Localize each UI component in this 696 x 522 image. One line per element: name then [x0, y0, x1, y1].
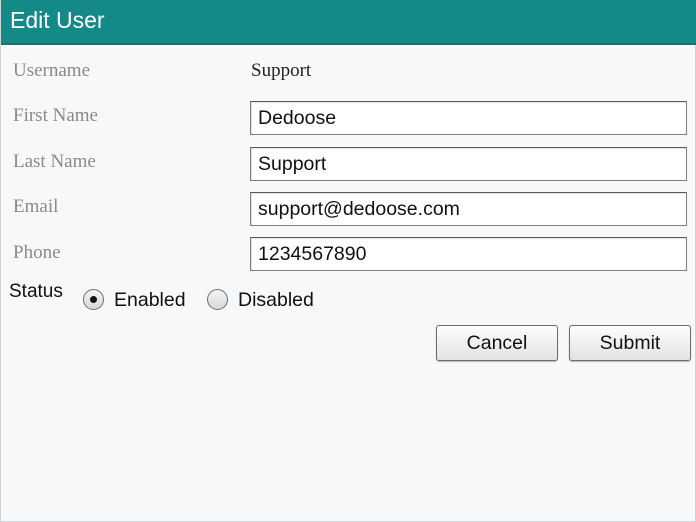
status-disabled-radio[interactable]: [207, 289, 228, 310]
status-enabled-radio[interactable]: [83, 289, 104, 310]
last-name-label: Last Name: [13, 151, 96, 172]
edit-user-dialog: Edit User Username Support First Name La…: [0, 0, 696, 522]
status-disabled-label[interactable]: Disabled: [238, 289, 314, 312]
radio-selected-dot: [90, 296, 97, 303]
submit-button[interactable]: Submit: [569, 325, 691, 361]
phone-field[interactable]: [250, 237, 687, 271]
status-label: Status: [9, 281, 63, 302]
dialog-title: Edit User: [10, 7, 105, 33]
last-name-field[interactable]: [250, 147, 687, 181]
dialog-title-bar: Edit User: [1, 0, 696, 45]
email-field[interactable]: [250, 192, 687, 226]
username-label: Username: [13, 60, 91, 81]
first-name-label: First Name: [13, 105, 98, 126]
email-label: Email: [13, 196, 59, 217]
cancel-button[interactable]: Cancel: [436, 325, 558, 361]
username-value: Support: [251, 60, 312, 81]
first-name-field[interactable]: [250, 101, 687, 135]
phone-label: Phone: [13, 242, 61, 263]
status-enabled-label[interactable]: Enabled: [114, 289, 186, 312]
